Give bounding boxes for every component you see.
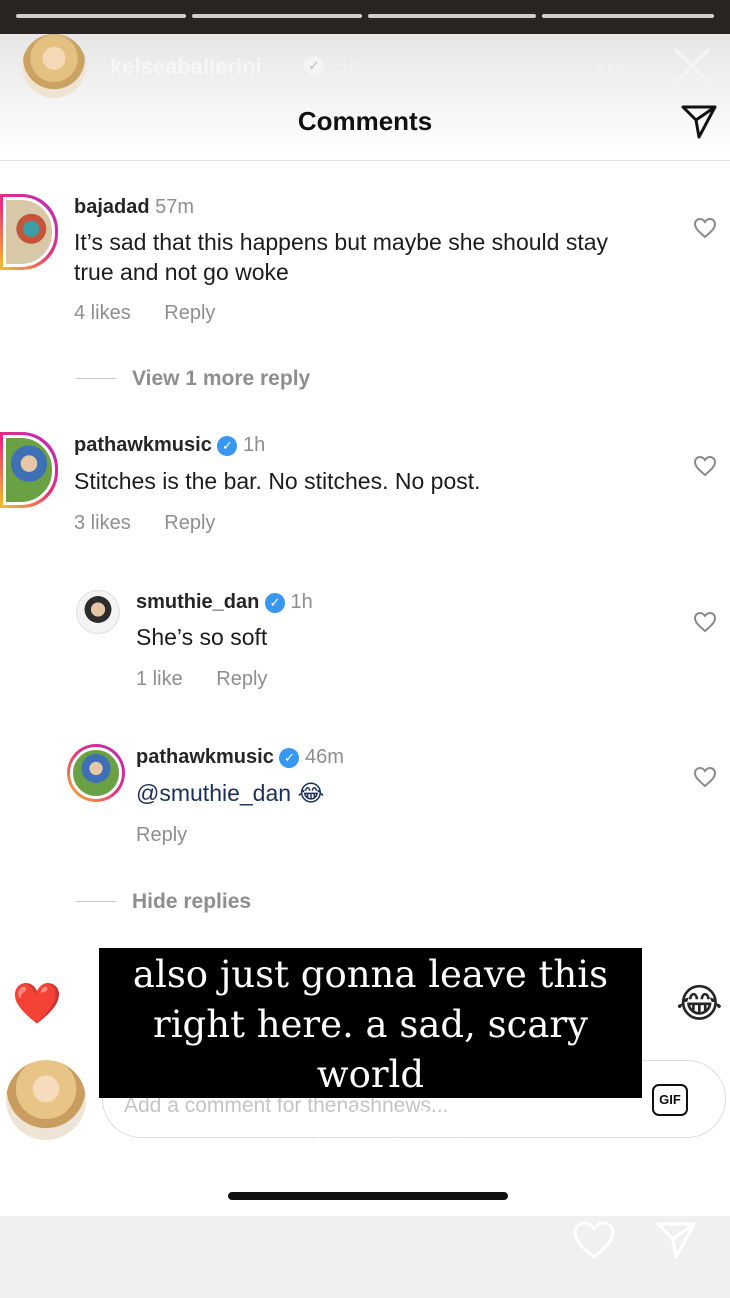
verified-icon: ✓: [217, 435, 238, 456]
story-progress-segment: [16, 14, 186, 18]
story-progress-segment: [368, 14, 536, 18]
comment-avatar[interactable]: [76, 590, 120, 634]
like-heart-icon[interactable]: [693, 455, 717, 477]
comment-time: 1h: [242, 434, 266, 456]
comment-meta: 4 likes Reply: [74, 302, 243, 325]
hide-replies-button[interactable]: Hide replies: [132, 890, 251, 914]
caption-line: also just gonna leave this: [132, 953, 609, 996]
story-progress-segment: [542, 14, 714, 18]
comment-likes[interactable]: 4 likes: [74, 302, 131, 324]
comment-time: 1h: [290, 591, 313, 613]
view-more-replies-button[interactable]: View 1 more reply: [132, 367, 310, 391]
story-username[interactable]: kelseaballerini: [110, 54, 262, 80]
comment-reply-button[interactable]: Reply: [164, 302, 215, 324]
story-send-icon[interactable]: [654, 1220, 698, 1260]
like-heart-icon[interactable]: [693, 217, 717, 239]
laughing-emoji-reaction-icon[interactable]: 😂: [676, 984, 723, 1024]
comment-username[interactable]: pathawkmusic ✓ 46m: [136, 746, 344, 769]
comment-text: It’s sad that this happens but maybe she…: [74, 229, 609, 285]
verified-icon: ✓: [264, 592, 285, 613]
comment-username-text[interactable]: pathawkmusic: [136, 746, 274, 768]
comment-reply-button[interactable]: Reply: [164, 512, 215, 534]
story-time: 5h: [336, 54, 361, 79]
comment-username[interactable]: bajadad 57m: [74, 196, 194, 219]
caption-line: we live in.: [275, 1103, 466, 1146]
gif-button[interactable]: GIF: [652, 1084, 688, 1116]
comment-meta: 3 likes Reply: [74, 512, 243, 535]
more-options-icon[interactable]: •••: [596, 52, 626, 83]
comment-username-text[interactable]: bajadad: [74, 196, 150, 218]
send-icon[interactable]: [680, 102, 718, 140]
comment-username[interactable]: smuthie_dan ✓ 1h: [136, 591, 313, 614]
home-indicator: [228, 1192, 508, 1200]
comment-username-text[interactable]: pathawkmusic: [74, 434, 212, 456]
story-avatar[interactable]: [22, 34, 86, 98]
comment-reply-button[interactable]: Reply: [216, 668, 267, 690]
thread-line: [76, 378, 116, 379]
comment-likes[interactable]: 1 like: [136, 668, 183, 690]
comment-text: Stitches is the bar. No stitches. No pos…: [74, 468, 481, 494]
like-heart-icon[interactable]: [693, 611, 717, 633]
comment-meta: 1 like Reply: [136, 668, 295, 691]
red-heart-reaction-icon[interactable]: ❤️: [12, 984, 62, 1024]
caption-line: right here. a sad, scary world: [153, 1003, 588, 1096]
close-icon[interactable]: [672, 46, 712, 86]
story-footer: [0, 1216, 730, 1298]
comment-reply-button[interactable]: Reply: [136, 824, 187, 846]
comment-likes[interactable]: 3 likes: [74, 512, 131, 534]
header-divider: [0, 160, 730, 161]
story-progress-segment: [192, 14, 362, 18]
thread-line: [76, 901, 116, 902]
comment-text: She’s so soft: [136, 624, 268, 650]
verified-icon: ✓: [279, 747, 300, 768]
comment-username-text[interactable]: smuthie_dan: [136, 591, 259, 613]
comment-avatar[interactable]: [67, 744, 125, 802]
comment-text: @smuthie_dan 😂: [136, 780, 325, 806]
comments-title: Comments: [297, 106, 433, 136]
story-caption-overlay: also just gonna leave this right here. a…: [99, 948, 642, 1146]
comment-time: 46m: [304, 746, 344, 768]
comment-username[interactable]: pathawkmusic ✓ 1h: [74, 434, 265, 457]
verified-icon: ✓: [304, 56, 324, 76]
comment-meta: Reply: [136, 824, 215, 847]
current-user-avatar: [6, 1060, 86, 1140]
story-top-bar: [0, 0, 730, 34]
like-heart-icon[interactable]: [693, 766, 717, 788]
comment-time: 57m: [155, 196, 195, 218]
story-like-heart-icon[interactable]: [572, 1220, 616, 1260]
